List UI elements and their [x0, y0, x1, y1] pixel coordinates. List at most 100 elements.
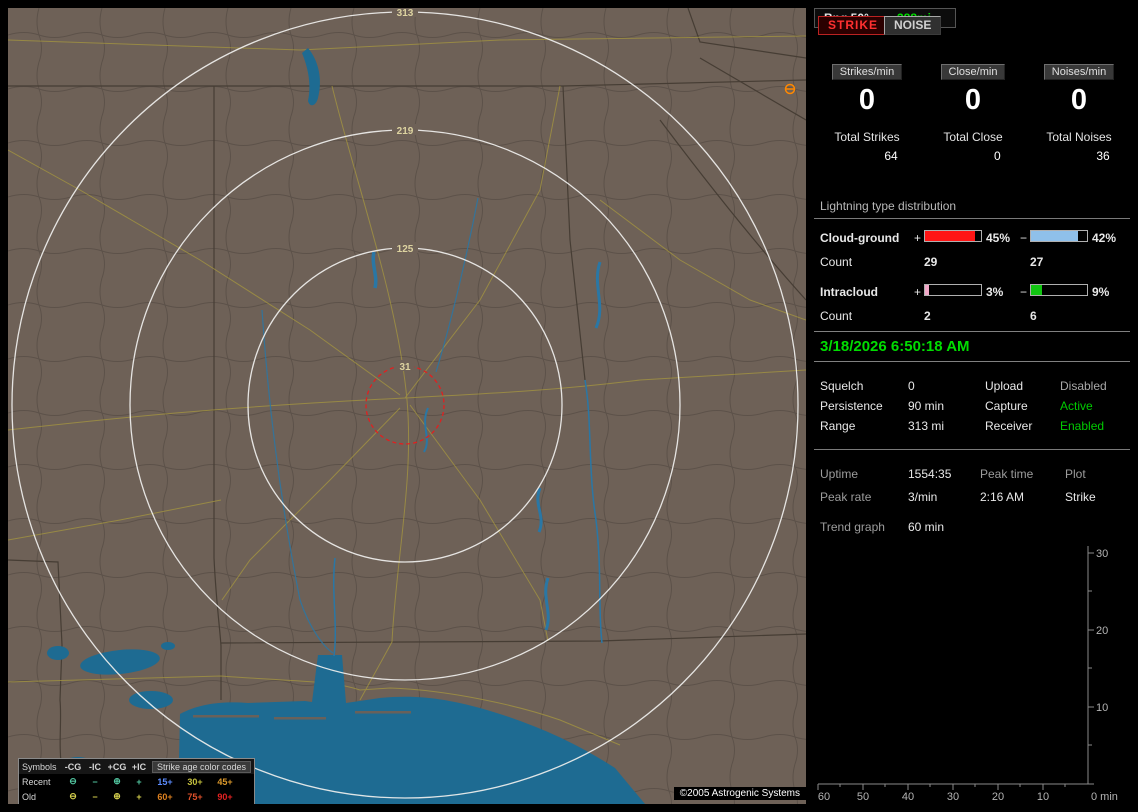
- persistence-value: 90 min: [908, 399, 945, 413]
- plus-sign: +: [914, 285, 922, 299]
- close-per-min-button[interactable]: Close/min: [940, 64, 1006, 80]
- settings-row-3: Range 313 mi Receiver Enabled: [814, 416, 1132, 436]
- strikes-per-min-button[interactable]: Strikes/min: [831, 64, 903, 80]
- peak-rate-row: Peak rate 3/min 2:16 AM Strike: [814, 487, 1132, 507]
- count-label: Count: [820, 255, 853, 269]
- legend-col-neg-cg: -CG: [64, 761, 82, 772]
- squelch-label: Squelch: [820, 379, 864, 393]
- upload-label: Upload: [985, 379, 1024, 393]
- cg-neg-count: 27: [1030, 255, 1044, 269]
- x-tick-30: 30: [947, 791, 959, 803]
- cloud-ground-count-row: Count 29 27: [814, 254, 1132, 270]
- strikes-per-min-value: 0: [858, 84, 876, 116]
- age-30: 30+: [187, 776, 203, 787]
- rate-chips-row: Strikes/min Close/min Noises/min: [814, 64, 1132, 80]
- app-window: 313 219 125 31 Symbols -CG -IC +CG +IC S…: [0, 0, 1138, 812]
- trend-tick-labels: 30 20 10 60 50 40 30 20 10 0 min: [818, 548, 1118, 803]
- peak-rate-value: 3/min: [908, 490, 938, 504]
- legend-col-pos-cg: +CG: [107, 761, 127, 772]
- neg-ic-symbol-old: −: [92, 791, 98, 802]
- legend-recent-row: Recent ⊖ − ⊕ + 15+ 30+ 45+: [19, 774, 254, 789]
- ring-label-219: 219: [397, 126, 414, 137]
- x-tick-10: 10: [1037, 791, 1049, 803]
- ic-neg-pct: 9%: [1092, 285, 1110, 299]
- ic-pos-count: 2: [924, 309, 931, 323]
- divider: [814, 218, 1130, 219]
- plus-sign: +: [914, 231, 922, 245]
- cloud-ground-label: Cloud-ground: [820, 231, 900, 245]
- y-tick-20: 20: [1096, 625, 1108, 637]
- pos-ic-symbol-old: +: [136, 791, 142, 802]
- range-label: Range: [820, 419, 856, 433]
- x-tick-40: 40: [902, 791, 914, 803]
- intracloud-label: Intracloud: [820, 285, 879, 299]
- neg-cg-symbol-old: ⊖: [69, 791, 77, 801]
- y-tick-30: 30: [1096, 548, 1108, 560]
- lightning-map: 313 219 125 31 Symbols -CG -IC +CG +IC S…: [8, 8, 806, 804]
- age-45: 45+: [217, 776, 233, 787]
- persistence-label: Persistence: [820, 399, 883, 413]
- total-noises-value: 36: [1096, 149, 1110, 163]
- cg-pos-bar: [924, 230, 982, 242]
- cloud-ground-row: Cloud-ground + 45% − 42%: [814, 230, 1132, 246]
- age-90: 90+: [217, 791, 233, 802]
- legend-header-row: Symbols -CG -IC +CG +IC Strike age color…: [19, 759, 254, 774]
- cg-neg-pct: 42%: [1092, 231, 1117, 245]
- x-tick-20: 20: [992, 791, 1004, 803]
- legend-symbols-title: Symbols: [22, 761, 57, 772]
- distribution-section: Lightning type distribution: [814, 198, 1132, 214]
- x-tick-60: 60: [818, 791, 830, 803]
- noises-per-min-value: 0: [1070, 84, 1088, 116]
- settings-row-2: Persistence 90 min Capture Active: [814, 396, 1132, 416]
- trend-chart: 30 20 10 60 50 40 30 20 10 0 min: [817, 546, 1118, 803]
- intracloud-row: Intracloud + 3% − 9%: [814, 284, 1132, 300]
- close-per-min-value: 0: [964, 84, 982, 116]
- cg-pos-count: 29: [924, 255, 938, 269]
- ic-neg-count: 6: [1030, 309, 1037, 323]
- legend-old-label: Old: [22, 791, 37, 802]
- copyright-text: ©2005 Astrogenic Systems: [673, 787, 806, 800]
- distribution-title: Lightning type distribution: [820, 199, 957, 213]
- total-close-label: Total Close: [943, 130, 1003, 144]
- total-close-value: 0: [994, 149, 1001, 163]
- capture-status: Active: [1060, 399, 1093, 413]
- uptime-label: Uptime: [820, 467, 859, 481]
- ring-label-31: 31: [399, 362, 411, 373]
- settings-row-1: Squelch 0 Upload Disabled: [814, 376, 1132, 396]
- uptime-value: 1554:35: [908, 467, 952, 481]
- capture-label: Capture: [985, 399, 1028, 413]
- peak-time-value: 2:16 AM: [980, 490, 1025, 504]
- divider: [814, 449, 1130, 450]
- legend-recent-label: Recent: [22, 776, 51, 787]
- peak-rate-label: Peak rate: [820, 490, 872, 504]
- minus-sign: −: [1020, 285, 1028, 299]
- upload-status: Disabled: [1060, 379, 1107, 393]
- noises-per-min-button[interactable]: Noises/min: [1043, 64, 1115, 80]
- ic-neg-bar: [1030, 284, 1088, 296]
- noise-mode-button[interactable]: NOISE: [884, 16, 942, 35]
- x-tick-50: 50: [857, 791, 869, 803]
- ic-pos-pct: 3%: [986, 285, 1004, 299]
- map-legend: Symbols -CG -IC +CG +IC Strike age color…: [18, 758, 255, 804]
- total-strikes-label: Total Strikes: [834, 130, 900, 144]
- legend-old-row: Old ⊖ − ⊕ + 60+ 75+ 90+: [19, 789, 254, 804]
- status-panel: STRIKE NOISE Bng 50° 388mi Strikes/min C…: [814, 8, 1132, 804]
- count-label: Count: [820, 309, 853, 323]
- total-strikes-value: 64: [884, 149, 898, 163]
- neg-cg-symbol: ⊖: [69, 776, 77, 786]
- uptime-row: Uptime 1554:35 Peak time Plot: [814, 464, 1132, 484]
- cg-neg-bar: [1030, 230, 1088, 242]
- rate-values-row: 0 0 0: [814, 84, 1132, 117]
- peak-time-label: Peak time: [980, 467, 1034, 481]
- y-tick-10: 10: [1096, 702, 1108, 714]
- legend-col-neg-ic: -IC: [89, 761, 101, 772]
- strike-mode-button[interactable]: STRIKE: [818, 16, 889, 35]
- origin-label: 0 min: [1091, 791, 1118, 803]
- pos-cg-symbol: ⊕: [113, 776, 121, 786]
- range-value: 313 mi: [908, 419, 945, 433]
- plot-value: Strike: [1065, 490, 1096, 504]
- minus-sign: −: [1020, 231, 1028, 245]
- datetime-display: 3/18/2026 6:50:18 AM: [814, 331, 1130, 362]
- legend-col-pos-ic: +IC: [131, 761, 147, 772]
- totals-row: Total Strikes 64 Total Close 0 Total Noi…: [814, 130, 1132, 163]
